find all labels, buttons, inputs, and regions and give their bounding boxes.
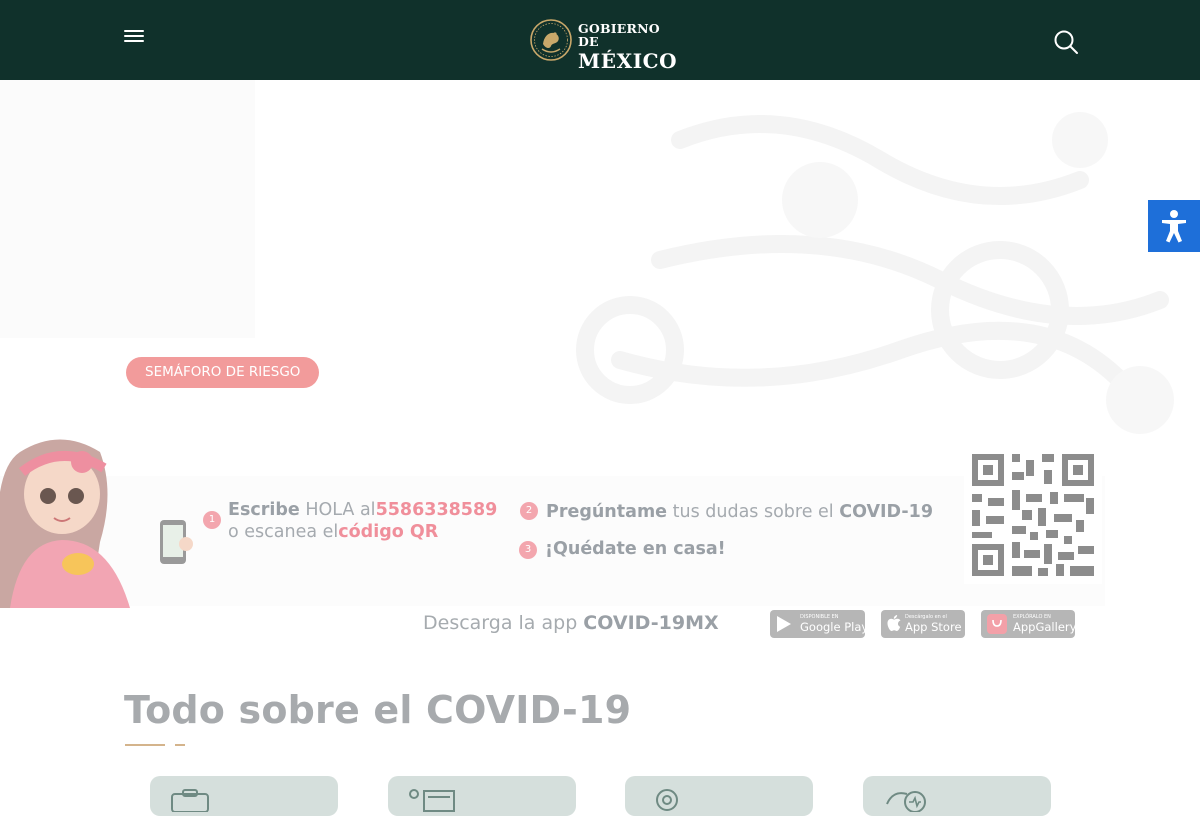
mascot-illustration-icon (0, 439, 193, 608)
app-download-text: Descarga la app COVID-19MX (423, 612, 719, 634)
brand-line-1: GOBIERNO DE (578, 21, 660, 49)
chatbot-phone-link[interactable]: 5586338589 (376, 500, 498, 520)
semaforo-de-riesgo-button[interactable]: SEMÁFORO DE RIESGO (126, 357, 320, 388)
coat-of-arms-icon (530, 19, 572, 61)
app-store-large: App Store (905, 620, 962, 634)
target-icon (656, 789, 678, 811)
app-download-prefix: Descarga la app (423, 612, 584, 634)
accessibility-button[interactable] (1148, 200, 1200, 252)
gobierno-de-mexico-logo[interactable]: GOBIERNO DE MÉXICO (530, 18, 677, 71)
news-icon (409, 789, 455, 812)
google-play-large: Google Play (800, 620, 865, 634)
title-underline-dot (175, 744, 185, 746)
step-2-badge: 2 (520, 502, 538, 520)
step-2-text: Pregúntame tus dudas sobre el COVID-19 (546, 501, 933, 523)
hamburger-menu-icon[interactable] (124, 29, 146, 45)
topic-card-4[interactable] (863, 776, 1051, 816)
health-icon (886, 791, 926, 812)
step-1-middle: HOLA al (299, 500, 376, 520)
brand-line-2: MÉXICO (578, 49, 678, 73)
step-3-bold: ¡Quédate en casa! (545, 539, 726, 559)
step-2-bold: Pregúntame (546, 502, 668, 522)
qr-code-link[interactable]: código QR (338, 522, 438, 542)
search-icon[interactable] (1053, 29, 1079, 55)
topic-card-2[interactable] (388, 776, 576, 816)
app-gallery-large: AppGallery (1013, 620, 1075, 634)
clipboard-icon (171, 789, 209, 812)
app-store-badge[interactable]: Descárgalo en el App Store (881, 610, 965, 638)
watermark-illustration (576, 112, 1174, 434)
step-3-text: ¡Quédate en casa! (545, 538, 726, 560)
app-name: COVID-19MX (583, 612, 719, 634)
hero-left-panel (0, 80, 255, 338)
topic-card-3[interactable] (625, 776, 813, 816)
huawei-icon (987, 614, 1007, 634)
accessibility-icon (1162, 210, 1186, 243)
hero-banner (0, 80, 1200, 480)
step-3-badge: 3 (519, 541, 537, 559)
apple-icon (887, 615, 901, 631)
top-navigation-bar: GOBIERNO DE MÉXICO (0, 0, 1200, 80)
google-play-icon (777, 616, 791, 632)
step-2-bold2: COVID-19 (839, 502, 934, 522)
title-underline (125, 744, 165, 746)
step-2-middle: tus dudas sobre el (667, 502, 840, 522)
step-1-badge: 1 (203, 511, 221, 529)
step-1-bold: Escribe (228, 500, 300, 520)
step-1-text: Escribe HOLA al5586338589 o escanea elcó… (228, 499, 497, 543)
google-play-badge[interactable]: DISPONIBLE EN Google Play (770, 610, 865, 638)
app-gallery-badge[interactable]: EXPLÓRALO EN AppGallery (981, 610, 1075, 638)
topic-card-1[interactable] (150, 776, 338, 816)
qr-code-icon[interactable] (964, 446, 1102, 584)
step-1-line2: o escanea el (228, 522, 339, 542)
section-title: Todo sobre el COVID-19 (124, 688, 632, 732)
